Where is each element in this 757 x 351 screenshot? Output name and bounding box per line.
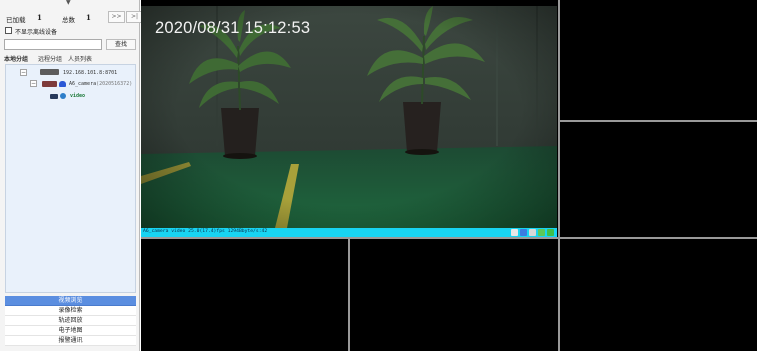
- hide-offline-label: 不显示离线设备: [15, 29, 58, 36]
- nav-item-alarm[interactable]: 报警通讯: [5, 336, 136, 346]
- grid-divider: [560, 120, 757, 122]
- osd-timestamp: 2020/08/31 15:12:53: [155, 19, 311, 37]
- video-tile-5[interactable]: [351, 239, 558, 351]
- grid-divider: [141, 237, 757, 239]
- collapse-arrow-icon[interactable]: ▼: [66, 0, 71, 6]
- tab-local-group[interactable]: 本地分组: [4, 54, 28, 63]
- channel-camera-icon: [50, 94, 58, 99]
- grid-divider: [348, 239, 350, 351]
- nvr-address[interactable]: 192.168.101.8:8701: [63, 70, 117, 76]
- loaded-label: 已加载: [6, 16, 26, 24]
- tab-personnel-list[interactable]: 人员列表: [68, 54, 92, 63]
- hide-offline-checkbox[interactable]: [5, 27, 12, 34]
- video-tile-2[interactable]: [561, 6, 757, 120]
- camera-serial: (2020516372): [96, 81, 133, 87]
- search-button[interactable]: 查找: [106, 39, 136, 50]
- grid-divider: [558, 0, 560, 351]
- tab-remote-group[interactable]: 远程分组: [38, 54, 62, 63]
- nav-item-electronic-map[interactable]: 电子地图: [5, 326, 136, 336]
- nav-item-video-browse[interactable]: 视频浏览: [5, 296, 136, 306]
- device-icon: [42, 81, 57, 87]
- close-icon[interactable]: [547, 229, 554, 236]
- nvr-expander[interactable]: −: [20, 69, 27, 76]
- nav-item-track-playback[interactable]: 轨迹回放: [5, 316, 136, 326]
- next-page-button[interactable]: >>: [108, 11, 125, 23]
- video-status-bar: A6_camera video 25.0(17.4)fps 1294Bbyte/…: [141, 228, 557, 237]
- nav-menu: 视频浏览 录像检索 轨迹回放 电子地图 报警通讯: [5, 296, 136, 346]
- camera-name: A6_camera: [69, 81, 97, 87]
- camera-icon: [59, 81, 66, 87]
- channel-label[interactable]: video: [70, 93, 85, 99]
- total-count: 1: [86, 13, 91, 22]
- video-tile-3[interactable]: [561, 122, 757, 236]
- video-tile-4[interactable]: [141, 239, 348, 351]
- record-icon[interactable]: [520, 229, 527, 236]
- snapshot-icon[interactable]: [511, 229, 518, 236]
- video-grid: 2020/08/31 15:12:53 A6_camera video 25.0…: [141, 0, 757, 351]
- sidebar: ▼ 已加载 1 总数 1 >> >| 不显示离线设备 查找 本地分组 远程分组 …: [0, 0, 143, 351]
- nvr-icon: [40, 69, 59, 75]
- camera-feed-image: [141, 6, 557, 237]
- audio-icon[interactable]: [529, 229, 536, 236]
- video-tile-6[interactable]: [561, 239, 757, 351]
- loaded-count: 1: [37, 13, 42, 22]
- stream-status-text: A6_camera video 25.0(17.4)fps 1294Bbyte/…: [143, 229, 268, 234]
- camera-label[interactable]: A6_camera(2020516372): [69, 81, 132, 87]
- device-tree: − 192.168.101.8:8701 − A6_camera(2020516…: [5, 64, 136, 293]
- globe-icon: [60, 93, 66, 99]
- device-count-row: 已加载 1 总数 1 >> >|: [4, 11, 143, 25]
- nav-item-recording-search[interactable]: 录像检索: [5, 306, 136, 316]
- video-tile-main[interactable]: 2020/08/31 15:12:53 A6_camera video 25.0…: [141, 6, 557, 237]
- search-input[interactable]: [4, 39, 102, 50]
- total-label: 总数: [62, 16, 75, 24]
- ptz-icon[interactable]: [538, 229, 545, 236]
- camera-expander[interactable]: −: [30, 80, 37, 87]
